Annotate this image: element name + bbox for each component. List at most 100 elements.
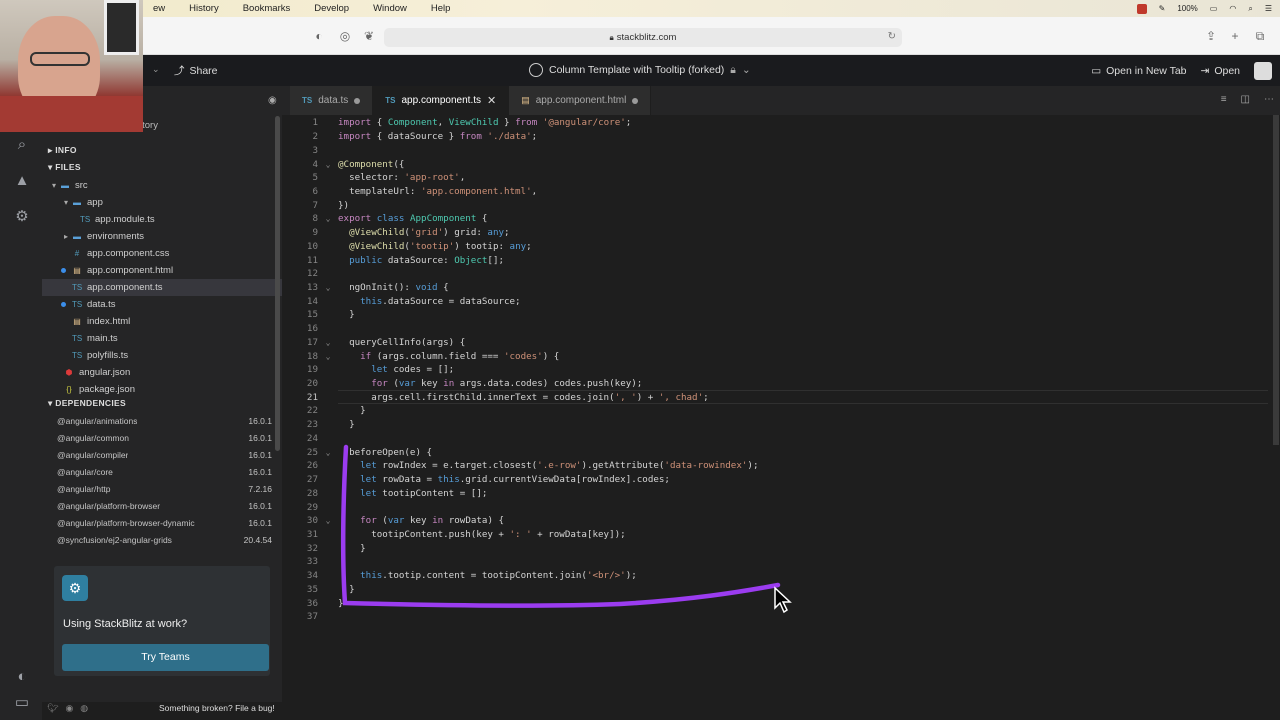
code-line[interactable]: 18 ⌄ if (args.column.field === 'codes') { [282, 349, 1272, 363]
gear-icon[interactable]: ⚙ [13, 208, 31, 226]
eye-icon[interactable]: ◉ [268, 95, 277, 106]
code-line[interactable]: 17 ⌄ queryCellInfo(args) { [282, 336, 1272, 350]
chevron-down-icon[interactable]: ⌄ [152, 64, 160, 75]
code-line[interactable]: 20 for (var key in args.data.codes) code… [282, 377, 1272, 391]
extension-icon[interactable]: ❦ [362, 29, 376, 43]
file-tree-item[interactable]: # app.component.css [42, 245, 282, 262]
control-center-icon[interactable]: ☰ [1265, 4, 1272, 13]
code-line[interactable]: 24 [282, 432, 1272, 446]
search-icon[interactable]: ⌕ [13, 136, 31, 154]
console-icon[interactable]: ◐ [13, 668, 31, 686]
github-icon[interactable]: ◉ [65, 703, 73, 714]
discord-icon[interactable]: ◍ [80, 703, 88, 714]
file-tree-item[interactable]: ▸ ▬ environments [42, 228, 282, 245]
code-line[interactable]: 10 @ViewChild('tootip') tootip: any; [282, 239, 1272, 253]
menu-item-window[interactable]: Window [361, 3, 419, 14]
menu-item-develop[interactable]: Develop [302, 3, 361, 14]
code-line[interactable]: 7}) [282, 198, 1272, 212]
share-button[interactable]: ⤴ Share [174, 63, 218, 78]
format-icon[interactable]: ≡ [1221, 94, 1227, 105]
reload-icon[interactable]: ↻ [888, 31, 896, 42]
search-icon[interactable]: ⌕ [1248, 4, 1252, 14]
close-icon[interactable]: ✕ [487, 94, 496, 107]
tab-overview-icon[interactable]: ⧉ [1253, 29, 1267, 43]
file-tree-item[interactable]: ▤ app.component.html [42, 262, 282, 279]
fold-chevron-icon[interactable]: ⌄ [318, 338, 338, 347]
code-line[interactable]: 14 this.dataSource = dataSource; [282, 294, 1272, 308]
code-line[interactable]: 13 ⌄ ngOnInit(): void { [282, 281, 1272, 295]
fold-chevron-icon[interactable]: ⌄ [318, 283, 338, 292]
globe-icon[interactable]: ◎ [338, 29, 352, 43]
file-tree-item[interactable]: ▤ index.html [42, 313, 282, 330]
fold-chevron-icon[interactable]: ⌄ [318, 516, 338, 525]
file-tree-item[interactable]: TS data.ts [42, 296, 282, 313]
code-line[interactable]: 29 [282, 500, 1272, 514]
file-tree-item[interactable]: ▾ ▬ src [42, 177, 282, 194]
project-title[interactable]: Column Template with Tooltip (forked) 🔒︎… [529, 63, 751, 77]
dependency-item[interactable]: @angular/core 16.0.1 [57, 463, 272, 480]
code-line[interactable]: 11 public dataSource: Object[]; [282, 253, 1272, 267]
editor-tab[interactable]: TS app.component.ts ✕ [373, 86, 510, 115]
code-line[interactable]: 25 ⌄ beforeOpen(e) { [282, 445, 1272, 459]
open-button[interactable]: ⇥ Open [1201, 65, 1241, 77]
dependency-item[interactable]: @angular/platform-browser 16.0.1 [57, 497, 272, 514]
open-new-tab-button[interactable]: ▭ Open in New Tab [1091, 65, 1186, 77]
dependency-item[interactable]: @angular/platform-browser-dynamic 16.0.1 [57, 514, 272, 531]
code-line[interactable]: 26 let rowIndex = e.target.closest('.e-r… [282, 459, 1272, 473]
file-tree-item[interactable]: TS app.module.ts [42, 211, 282, 228]
fold-chevron-icon[interactable]: ⌄ [318, 160, 338, 169]
dependency-item[interactable]: @angular/animations 16.0.1 [57, 412, 272, 429]
file-bug-link[interactable]: Something broken? File a bug! [159, 703, 275, 713]
menu-item-bookmarks[interactable]: Bookmarks [231, 3, 303, 14]
dependency-item[interactable]: @syncfusion/ej2-angular-grids 20.4.54 [57, 531, 272, 548]
code-line[interactable]: 3 [282, 143, 1272, 157]
code-line[interactable]: 5 selector: 'app-root', [282, 171, 1272, 185]
recording-icon[interactable] [1136, 3, 1147, 14]
code-line[interactable]: 30 ⌄ for (var key in rowData) { [282, 514, 1272, 528]
code-line[interactable]: 1 import { Component, ViewChild } from '@… [282, 116, 1272, 130]
code-line[interactable]: 28 let tootipContent = []; [282, 486, 1272, 500]
code-line[interactable]: 16 [282, 322, 1272, 336]
code-line[interactable]: 22 } [282, 404, 1272, 418]
fold-chevron-icon[interactable]: ⌄ [318, 214, 338, 223]
user-avatar[interactable] [1254, 62, 1272, 80]
file-tree-item[interactable]: {} package.json [42, 381, 282, 398]
dependencies-section-header[interactable]: ▾ DEPENDENCIES [48, 398, 126, 409]
dependency-item[interactable]: @angular/compiler 16.0.1 [57, 446, 272, 463]
firebase-icon[interactable]: ▲ [13, 172, 31, 190]
file-tree-item[interactable]: TS main.ts [42, 330, 282, 347]
panel-icon[interactable]: ▭ [13, 694, 31, 712]
code-line[interactable]: 21 args.cell.firstChild.innerText = code… [282, 390, 1272, 404]
sidebar-scrollbar[interactable] [275, 116, 280, 451]
code-line[interactable]: 34 this.tootip.content = tootipContent.j… [282, 569, 1272, 583]
menu-item-help[interactable]: Help [419, 3, 463, 14]
code-line[interactable]: 4 ⌄ @Component({ [282, 157, 1272, 171]
code-line[interactable]: 19 let codes = []; [282, 363, 1272, 377]
new-tab-icon[interactable]: + [1228, 29, 1242, 43]
address-bar[interactable]: 🔒︎ stackblitz.com ↻ [384, 28, 902, 47]
code-line[interactable]: 31 tootipContent.push(key + ': ' + rowDa… [282, 528, 1272, 542]
dependency-item[interactable]: @angular/common 16.0.1 [57, 429, 272, 446]
code-line[interactable]: 2 import { dataSource } from './data'; [282, 130, 1272, 144]
twitter-icon[interactable]: 🐦︎ [47, 703, 58, 714]
menu-item-history[interactable]: History [177, 3, 231, 14]
code-line[interactable]: 6 templateUrl: 'app.component.html', [282, 185, 1272, 199]
pen-icon[interactable]: ✎ [1159, 4, 1166, 13]
share-sheet-icon[interactable]: ⇪ [1204, 29, 1218, 43]
editor-tab[interactable]: TS data.ts [290, 86, 374, 115]
code-line[interactable]: 9 @ViewChild('grid') grid: any; [282, 226, 1272, 240]
editor-tab[interactable]: ▤ app.component.html [509, 86, 652, 115]
menu-item-ew[interactable]: ew [141, 3, 177, 14]
try-teams-button[interactable]: Try Teams [62, 644, 269, 671]
file-tree-item[interactable]: ▾ ▬ app [42, 194, 282, 211]
file-tree-item[interactable]: ⬢ angular.json [42, 364, 282, 381]
files-section-header[interactable]: ▾ FILES [48, 162, 81, 173]
code-line[interactable]: 32 } [282, 541, 1272, 555]
battery-icon[interactable]: ▭ [1210, 4, 1218, 13]
code-line[interactable]: 33 [282, 555, 1272, 569]
split-editor-icon[interactable]: ◫ [1241, 94, 1250, 105]
code-line[interactable]: 23 } [282, 418, 1272, 432]
fold-chevron-icon[interactable]: ⌄ [318, 352, 338, 361]
code-line[interactable]: 8 ⌄ export class AppComponent { [282, 212, 1272, 226]
code-line[interactable]: 27 let rowData = this.grid.currentViewDa… [282, 473, 1272, 487]
